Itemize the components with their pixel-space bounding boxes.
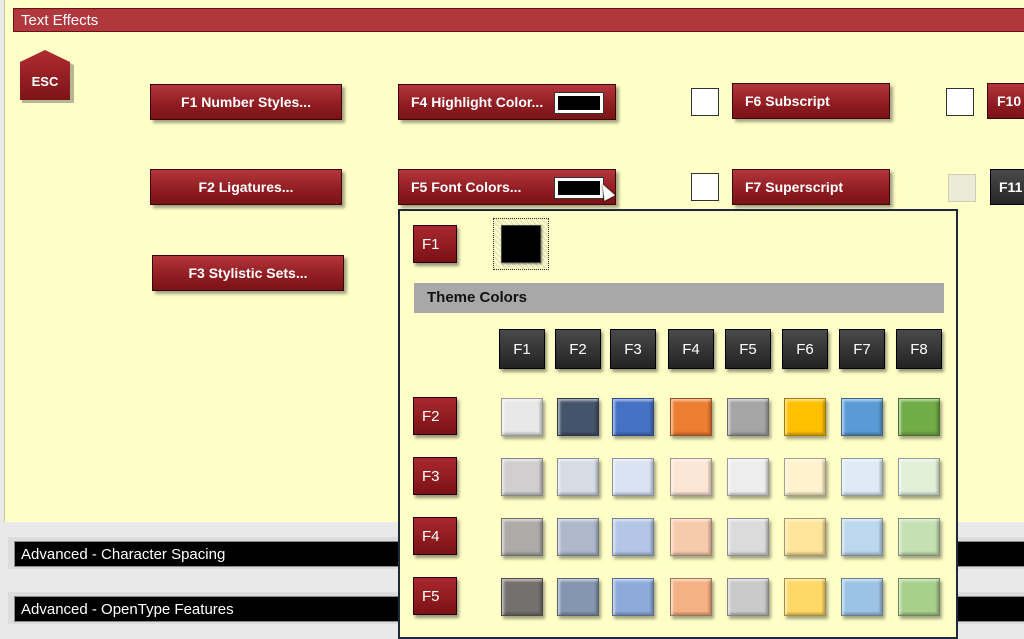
theme-color-swatch[interactable] [557, 398, 599, 436]
current-color-key[interactable]: F1 [413, 225, 457, 263]
theme-color-swatch[interactable] [557, 458, 599, 496]
theme-row-key-f5[interactable]: F5 [413, 577, 457, 615]
theme-column-key-f3[interactable]: F3 [610, 329, 656, 369]
theme-color-swatch[interactable] [784, 578, 826, 616]
font-color-swatch [554, 177, 604, 199]
theme-column-key-f4[interactable]: F4 [668, 329, 714, 369]
theme-colors-header: Theme Colors [414, 283, 944, 313]
f10-checkbox[interactable] [946, 88, 974, 116]
f10-button[interactable]: F10 [987, 83, 1024, 119]
highlight-color-label: F4 Highlight Color... [411, 94, 544, 110]
theme-color-swatch[interactable] [670, 458, 712, 496]
highlight-color-button[interactable]: F4 Highlight Color... [398, 84, 616, 120]
theme-color-swatch[interactable] [501, 578, 543, 616]
theme-color-swatch[interactable] [727, 458, 769, 496]
theme-color-swatch[interactable] [784, 518, 826, 556]
theme-column-key-f8[interactable]: F8 [896, 329, 942, 369]
current-color-swatch[interactable] [501, 225, 541, 263]
theme-color-swatch[interactable] [612, 578, 654, 616]
theme-color-swatch[interactable] [670, 578, 712, 616]
theme-column-key-f6[interactable]: F6 [782, 329, 828, 369]
font-colors-button[interactable]: F5 Font Colors... [398, 169, 616, 205]
f11-checkbox [948, 174, 976, 202]
theme-color-swatch[interactable] [501, 518, 543, 556]
theme-color-swatch[interactable] [898, 578, 940, 616]
theme-color-swatch[interactable] [784, 458, 826, 496]
font-color-popup: F1 Theme Colors F1 F2 F3 F4 F5 F6 F7 F8 F2 F3 F4 F… [398, 209, 958, 639]
text-effects-title-bar[interactable]: Text Effects [13, 8, 1024, 32]
theme-color-swatch[interactable] [841, 458, 883, 496]
theme-color-swatch[interactable] [841, 578, 883, 616]
theme-column-key-f1[interactable]: F1 [499, 329, 545, 369]
theme-color-swatch[interactable] [557, 578, 599, 616]
theme-color-swatch[interactable] [784, 398, 826, 436]
theme-color-swatch[interactable] [612, 398, 654, 436]
theme-row-key-f2[interactable]: F2 [413, 397, 457, 435]
f11-button: F11 [990, 169, 1024, 205]
theme-color-swatch[interactable] [557, 518, 599, 556]
theme-color-swatch[interactable] [727, 398, 769, 436]
theme-color-swatch[interactable] [727, 518, 769, 556]
theme-color-swatch[interactable] [898, 458, 940, 496]
ligatures-button[interactable]: F2 Ligatures... [150, 169, 342, 205]
theme-color-swatch[interactable] [727, 578, 769, 616]
subscript-checkbox[interactable] [691, 88, 719, 116]
stylistic-sets-button[interactable]: F3 Stylistic Sets... [152, 255, 344, 291]
theme-color-swatch[interactable] [841, 398, 883, 436]
theme-column-key-f5[interactable]: F5 [725, 329, 771, 369]
superscript-button[interactable]: F7 Superscript [732, 169, 890, 205]
font-colors-label: F5 Font Colors... [411, 179, 522, 195]
theme-color-swatch[interactable] [670, 398, 712, 436]
theme-color-swatch[interactable] [501, 398, 543, 436]
theme-column-key-f2[interactable]: F2 [555, 329, 601, 369]
theme-color-swatch[interactable] [612, 458, 654, 496]
theme-color-swatch[interactable] [501, 458, 543, 496]
theme-color-swatch[interactable] [841, 518, 883, 556]
subscript-button[interactable]: F6 Subscript [732, 83, 890, 119]
theme-color-swatch[interactable] [670, 518, 712, 556]
number-styles-button[interactable]: F1 Number Styles... [150, 84, 342, 120]
theme-column-key-f7[interactable]: F7 [839, 329, 885, 369]
theme-color-swatch[interactable] [898, 398, 940, 436]
highlight-color-swatch [554, 92, 604, 114]
current-color-selection[interactable] [493, 218, 549, 270]
theme-color-swatch[interactable] [612, 518, 654, 556]
superscript-checkbox[interactable] [691, 173, 719, 201]
theme-color-swatch[interactable] [898, 518, 940, 556]
theme-row-key-f4[interactable]: F4 [413, 517, 457, 555]
theme-row-key-f3[interactable]: F3 [413, 457, 457, 495]
